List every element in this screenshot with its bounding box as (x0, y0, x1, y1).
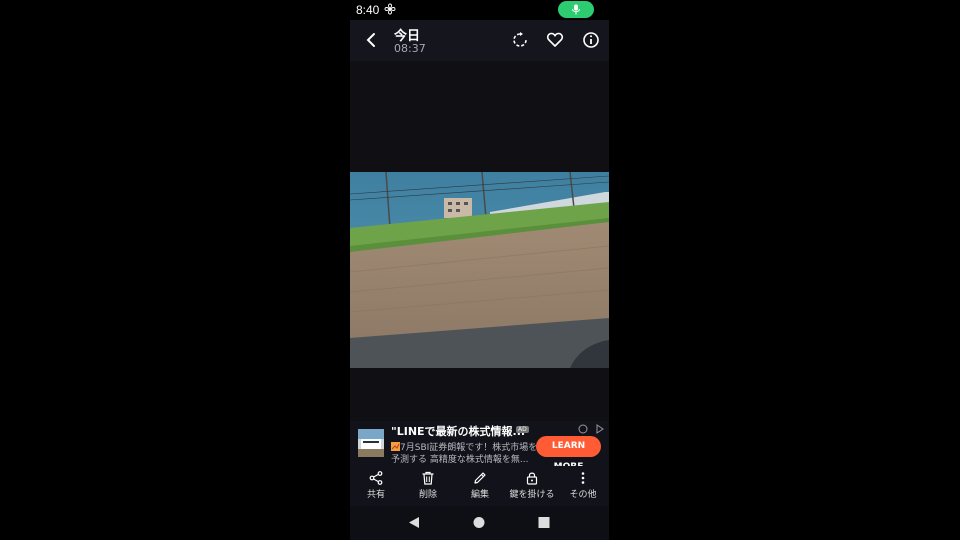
share-icon (369, 471, 383, 485)
photo-viewer[interactable] (350, 61, 609, 421)
rotate-icon[interactable] (511, 31, 529, 49)
ad-badge: AD (516, 426, 529, 433)
more-button[interactable]: その他 (557, 466, 609, 506)
learn-more-button[interactable]: LEARN MORE (536, 436, 601, 472)
edit-label: 編集 (470, 490, 489, 500)
ad-line-2-text: 予測する 高精度な株式情報を無... (391, 455, 529, 465)
phone-screen: 8:40 今日 08:37 "LINEで最新の株式情報... AD 7月SBI証… (350, 0, 609, 540)
more-label: その他 (569, 490, 597, 500)
lock-icon (526, 472, 538, 485)
ad-thumbnail (358, 429, 384, 457)
nav-recents-icon[interactable] (538, 516, 550, 529)
status-bar: 8:40 (350, 0, 609, 20)
delete-button[interactable]: 削除 (402, 466, 454, 506)
page-subtitle: 08:37 (394, 42, 426, 55)
lock-label: 鍵を掛ける (509, 490, 555, 500)
pencil-icon (474, 472, 486, 484)
fan-icon (384, 3, 396, 15)
photo-image (350, 172, 609, 368)
nav-home-icon[interactable] (473, 516, 485, 529)
chart-emoji-icon (391, 442, 400, 451)
app-header: 今日 08:37 (350, 20, 609, 61)
ad-title: "LINEで最新の株式情報... (391, 425, 526, 438)
status-time: 8:40 (356, 3, 380, 17)
delete-label: 削除 (418, 490, 437, 500)
mic-icon (572, 4, 580, 15)
ad-info-icon[interactable] (578, 424, 588, 434)
edit-button[interactable]: 編集 (454, 466, 506, 506)
heart-icon[interactable] (546, 31, 564, 49)
nav-back-icon[interactable] (408, 516, 420, 529)
info-icon[interactable] (582, 31, 600, 49)
share-button[interactable]: 共有 (350, 466, 402, 506)
share-label: 共有 (366, 490, 385, 500)
back-arrow-icon[interactable] (362, 30, 382, 50)
lock-button[interactable]: 鍵を掛ける (506, 466, 558, 506)
ad-choices-icon[interactable] (595, 424, 605, 434)
trash-icon (422, 471, 434, 485)
more-vertical-icon (581, 472, 585, 484)
ad-line-2: 予測する 高精度な株式情報を無... (391, 452, 528, 465)
mic-indicator[interactable] (558, 1, 594, 18)
system-nav-bar (350, 506, 609, 540)
action-toolbar: 共有 削除 編集 鍵を掛ける その他 (350, 466, 609, 506)
ad-banner[interactable]: "LINEで最新の株式情報... AD 7月SBI証券朗報です！株式市場を 予測… (350, 421, 609, 472)
